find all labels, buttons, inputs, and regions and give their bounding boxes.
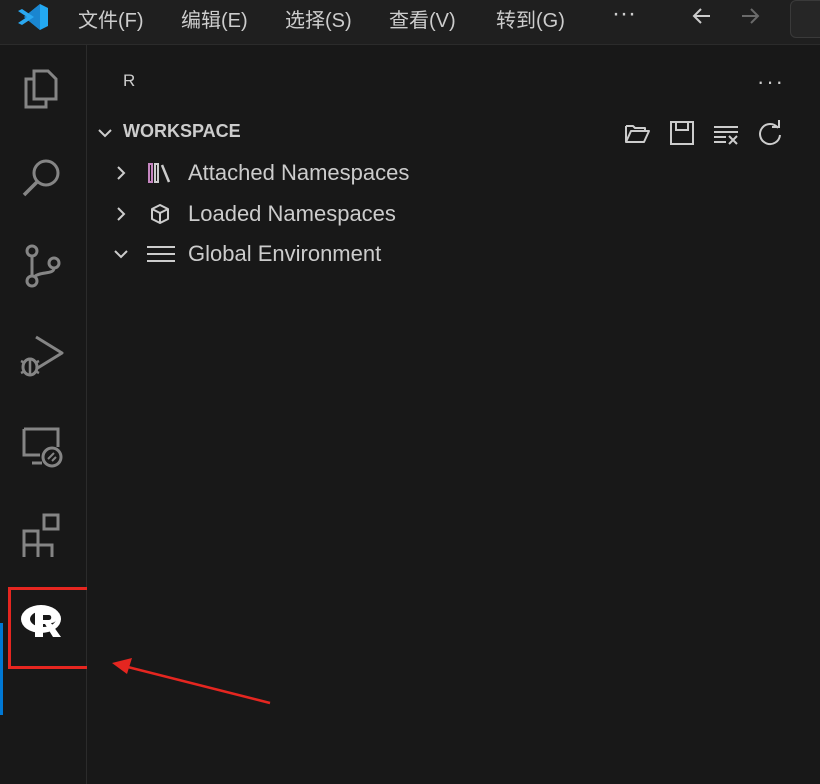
activity-bar [0,45,90,784]
run-debug-icon[interactable] [18,331,66,379]
tree-item-global-environment[interactable]: Global Environment [87,236,820,272]
chevron-down-icon [114,250,128,259]
r-sidebar: R ··· WORKSPACE Attached Namespaces Load… [87,45,820,784]
chevron-right-icon [117,166,126,180]
highlight-box [8,587,90,669]
command-center[interactable] [790,0,820,38]
arrow-right-icon[interactable] [736,2,764,30]
library-icon [148,163,171,183]
more-actions-button[interactable]: ··· [757,69,785,95]
tree-item-attached-namespaces[interactable]: Attached Namespaces [87,155,820,191]
package-icon [151,204,169,224]
list-icon [147,246,175,262]
tree-item-loaded-namespaces[interactable]: Loaded Namespaces [87,196,820,232]
save-icon[interactable] [668,119,696,147]
tree-item-label: Attached Namespaces [188,160,410,185]
open-folder-icon[interactable] [623,119,651,147]
search-icon[interactable] [18,153,66,201]
explorer-icon[interactable] [18,65,66,113]
chevron-right-icon [117,207,126,221]
source-control-icon[interactable] [18,241,66,289]
menu-edit[interactable]: 编辑(E) [181,4,248,33]
chevron-down-icon [98,129,112,138]
menu-go[interactable]: 转到(G) [496,4,565,33]
tree-item-label: Loaded Namespaces [188,201,396,226]
refresh-icon[interactable] [756,119,784,147]
vscode-logo-icon[interactable] [14,2,50,32]
menu-view[interactable]: 查看(V) [389,4,456,33]
section-title: WORKSPACE [123,121,241,141]
active-indicator [0,623,3,715]
clear-all-icon[interactable] [712,119,740,147]
panel-title: R [123,71,136,90]
tree-item-label: Global Environment [188,241,382,266]
title-bar: 文件(F) 编辑(E) 选择(S) 查看(V) 转到(G) ··· [0,0,820,45]
remote-explorer-icon[interactable] [18,421,66,469]
menu-selection[interactable]: 选择(S) [285,4,352,33]
workspace-section-header[interactable]: WORKSPACE [87,119,820,147]
arrow-left-icon[interactable] [688,2,716,30]
menu-file[interactable]: 文件(F) [78,4,144,33]
menu-more[interactable]: ··· [612,0,636,28]
extensions-icon[interactable] [18,509,66,557]
